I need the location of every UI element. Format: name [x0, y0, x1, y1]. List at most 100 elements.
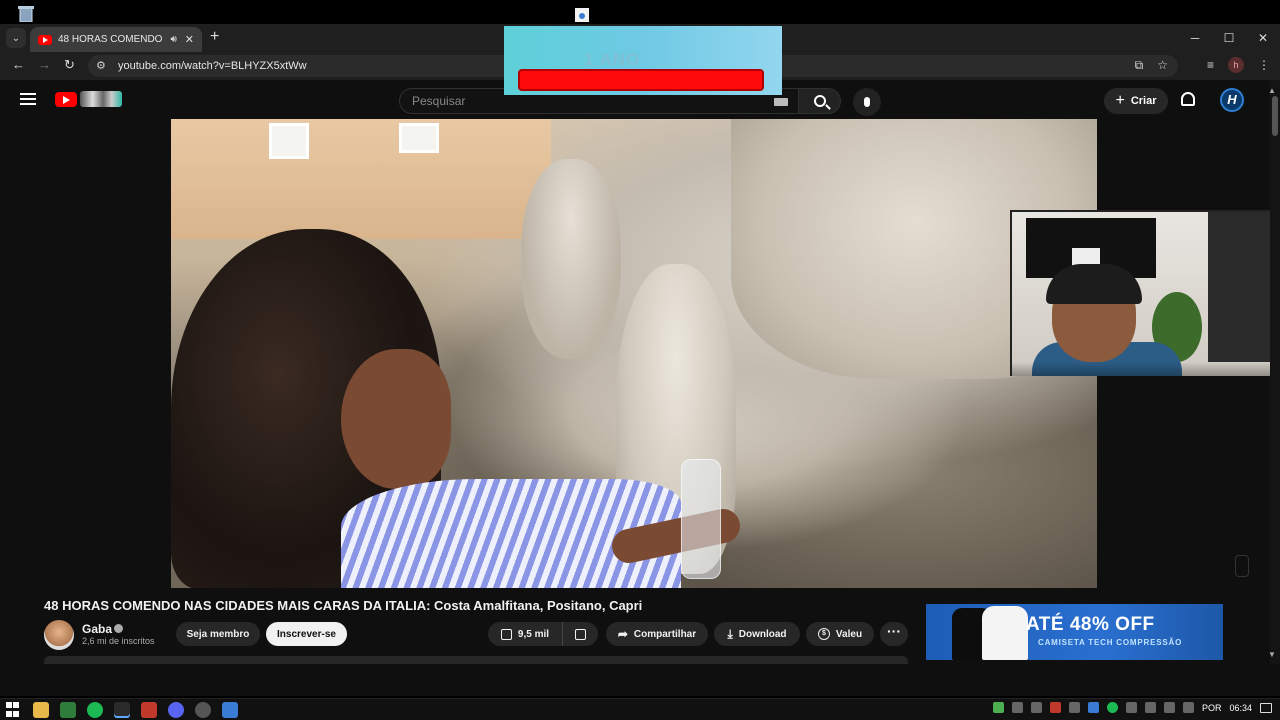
create-label: Criar	[1130, 95, 1157, 107]
description-box-edge[interactable]	[44, 656, 908, 664]
bookmark-star-icon[interactable]: ☆	[1157, 58, 1168, 73]
usb-icon[interactable]	[1144, 702, 1156, 713]
bluetooth-icon[interactable]	[1030, 702, 1042, 713]
channel-avatar[interactable]	[44, 620, 74, 650]
webcam-person-cap	[1046, 264, 1142, 304]
tab-youtube-video[interactable]: 48 HORAS COMENDO NAS CIDADES MAIS CARAS …	[30, 27, 202, 52]
network-icon[interactable]	[1163, 702, 1175, 713]
plus-icon: +	[1115, 92, 1125, 109]
speaker-icon[interactable]: 🔊︎	[170, 34, 176, 45]
windows-start-icon[interactable]	[6, 702, 22, 718]
tab-search-button[interactable]: ⌄	[6, 28, 26, 48]
app-icon[interactable]	[222, 702, 238, 718]
language-indicator[interactable]: POR	[1202, 703, 1222, 713]
subscribe-button[interactable]: Inscrever-se	[266, 622, 347, 646]
notifications-icon[interactable]	[1260, 702, 1272, 713]
search-button[interactable]	[799, 88, 841, 114]
more-actions-button[interactable]: ···	[880, 622, 908, 646]
youtube-doodle-logo[interactable]	[80, 91, 122, 107]
create-button[interactable]: + Criar	[1104, 88, 1168, 114]
video-scene-bottle	[681, 459, 721, 579]
download-button[interactable]: ⤓ Download	[714, 622, 800, 646]
share-arrow-icon: ➦	[617, 627, 628, 641]
forward-arrow-icon[interactable]: →	[38, 57, 51, 72]
chrome-icon[interactable]	[114, 702, 130, 718]
volume-icon[interactable]	[1182, 702, 1194, 713]
super-thanks-icon: $	[817, 628, 830, 640]
system-tray: POR 06:34	[992, 702, 1272, 713]
dislike-button[interactable]	[562, 622, 598, 646]
thumbs-down-icon	[575, 628, 586, 640]
video-title: 48 HORAS COMENDO NAS CIDADES MAIS CARAS …	[44, 598, 643, 613]
back-arrow-icon[interactable]: ←	[12, 57, 25, 72]
app-icon[interactable]	[60, 702, 76, 718]
account-avatar[interactable]: H	[1220, 88, 1244, 112]
url-text[interactable]: youtube.com/watch?v=BLHYZX5xtWw	[118, 60, 307, 72]
tray-app-icon[interactable]	[1087, 702, 1099, 713]
video-scene-window	[269, 123, 309, 159]
desktop-top-strip	[0, 0, 1280, 24]
close-tab-icon[interactable]: ✕	[185, 33, 194, 46]
scrollbar-thumb[interactable]	[1272, 96, 1278, 136]
thanks-label: Valeu	[835, 628, 863, 640]
minimize-button[interactable]: ─	[1178, 24, 1212, 52]
keyboard-icon[interactable]	[774, 98, 788, 106]
tab-title: 48 HORAS COMENDO NAS CIDADES MAIS CARAS …	[58, 34, 164, 45]
site-info-icon[interactable]: ⚙	[96, 59, 106, 72]
reload-icon[interactable]: ↻	[64, 57, 75, 73]
steam-icon[interactable]	[1068, 702, 1080, 713]
hamburger-menu-icon[interactable]	[20, 93, 36, 105]
join-label: Seja membro	[186, 628, 250, 640]
recycle-bin-icon[interactable]	[16, 4, 36, 22]
clock[interactable]: 06:34	[1229, 703, 1252, 713]
scroll-up-arrow-icon[interactable]: ▲	[1268, 86, 1276, 95]
video-scene-building	[171, 119, 551, 239]
share-label: Compartilhar	[633, 628, 697, 640]
notifications-bell-icon[interactable]	[1181, 92, 1195, 106]
like-button[interactable]: 9,5 mil	[488, 622, 562, 646]
close-window-button[interactable]: ✕	[1246, 24, 1280, 52]
microphone-icon	[864, 97, 870, 107]
media-controls-icon[interactable]: ≡	[1207, 58, 1214, 72]
install-app-icon[interactable]: ⧉	[1135, 58, 1144, 73]
windows-taskbar: POR 06:34	[0, 698, 1280, 720]
download-icon: ⤓	[727, 626, 733, 641]
page-scrollbar[interactable]	[1270, 80, 1280, 664]
ad-white-shirt-image	[982, 606, 1028, 660]
spotify-icon[interactable]	[87, 702, 103, 718]
webcam-overlay	[1010, 210, 1280, 376]
thumbs-up-icon	[500, 628, 512, 640]
youtube-favicon-icon	[38, 34, 52, 45]
app-shortcut-icon[interactable]	[573, 6, 591, 24]
spotify-tray-icon[interactable]	[1106, 702, 1118, 713]
obs-icon[interactable]	[195, 702, 211, 718]
subscribe-label: Inscrever-se	[277, 628, 336, 640]
thanks-button[interactable]: $ Valeu	[806, 622, 874, 646]
microphone-tray-icon[interactable]	[1125, 702, 1137, 713]
banner-text: 1 ANO	[584, 50, 641, 69]
youtube-logo-icon[interactable]	[55, 92, 77, 107]
nvidia-icon[interactable]	[992, 702, 1004, 713]
search-icon	[813, 95, 826, 107]
headset-icon[interactable]	[1011, 702, 1023, 713]
voice-search-button[interactable]	[853, 88, 881, 116]
channel-name[interactable]: Gaba	[82, 622, 112, 636]
maximize-button[interactable]: ☐	[1212, 24, 1246, 52]
app-icon[interactable]	[141, 702, 157, 718]
webcam-background-poster	[1208, 212, 1278, 362]
video-player[interactable]	[171, 119, 1097, 588]
join-button[interactable]: Seja membro	[176, 622, 260, 646]
tray-app-icon[interactable]	[1049, 702, 1061, 713]
discord-icon[interactable]	[168, 702, 184, 718]
share-button[interactable]: ➦ Compartilhar	[606, 622, 708, 646]
new-tab-button[interactable]: +	[210, 28, 219, 46]
banner-red-bar	[518, 69, 764, 91]
scroll-down-arrow-icon[interactable]: ▼	[1268, 650, 1276, 659]
ad-banner[interactable]: ATÉ 48% OFF CAMISETA TECH COMPRESSÃO	[926, 604, 1223, 660]
browser-menu-icon[interactable]: ⋮	[1258, 58, 1270, 72]
subscriber-count: 2,6 mi de inscritos	[82, 636, 155, 646]
video-scene-statue	[521, 159, 621, 359]
video-scene-window	[399, 123, 439, 153]
file-explorer-icon[interactable]	[33, 702, 49, 718]
profile-avatar[interactable]: h	[1228, 57, 1244, 73]
